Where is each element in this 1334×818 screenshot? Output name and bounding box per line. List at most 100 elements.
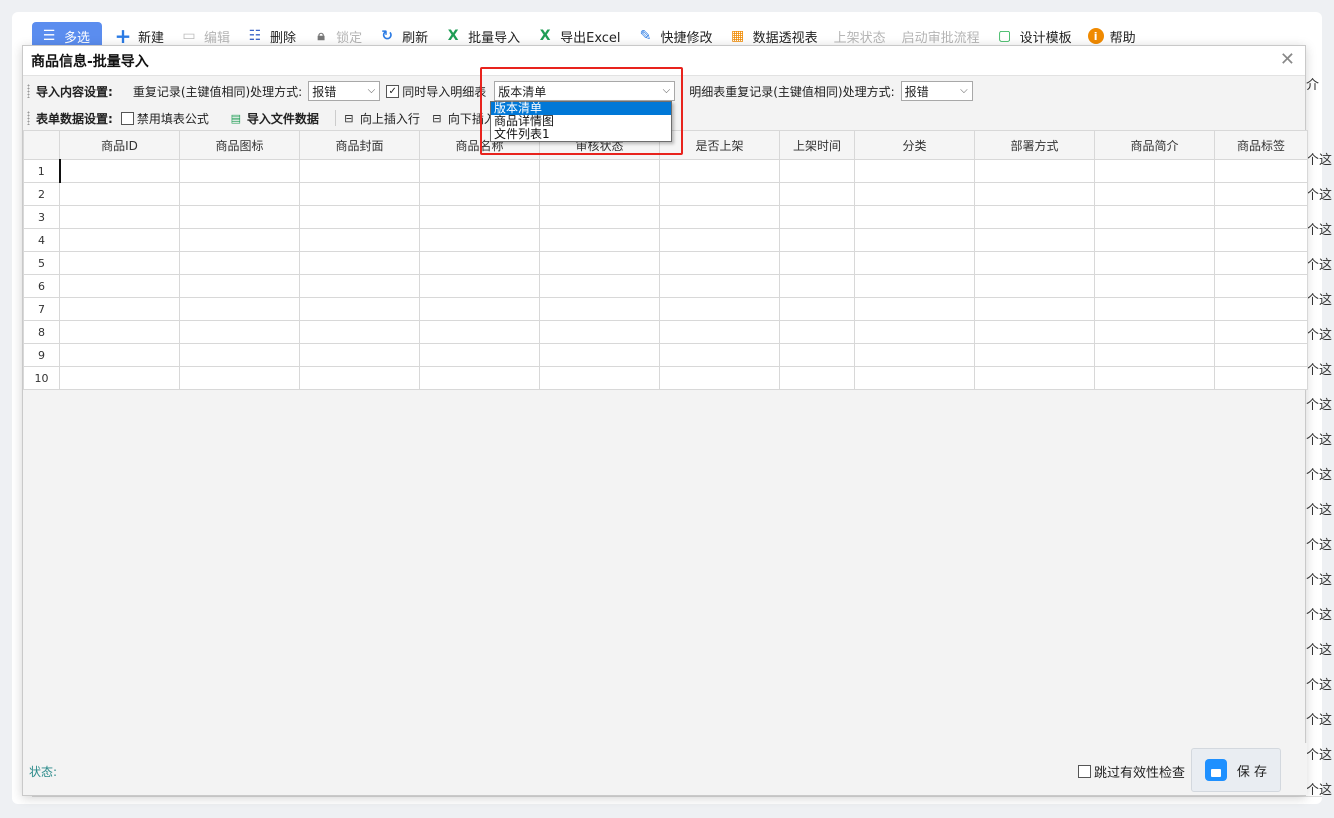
grid-cell[interactable] [854,182,975,206]
grid-cell[interactable] [539,159,660,183]
grid-cell[interactable] [539,205,660,229]
grid-cell[interactable] [974,182,1095,206]
grid-cell[interactable] [854,251,975,275]
grid-cell[interactable] [539,182,660,206]
grid-cell[interactable] [659,205,780,229]
grid-cell[interactable] [59,205,180,229]
grid-cell[interactable] [974,343,1095,367]
grid-cell[interactable] [779,343,855,367]
grid-cell[interactable] [1094,297,1215,321]
insert-row-above-button[interactable]: ⊟ 向上插入行 [342,110,420,127]
disable-formula-checkbox[interactable] [120,111,134,125]
column-header[interactable]: 商品图标 [179,130,300,160]
grid-cell[interactable] [974,366,1095,390]
grid-cell[interactable] [539,343,660,367]
grid-cell[interactable] [974,228,1095,252]
grid-cell[interactable] [59,274,180,298]
grid-cell[interactable] [974,274,1095,298]
detail-table-select[interactable]: 版本清单 ⌵ [494,81,676,101]
grid-cell[interactable] [179,297,300,321]
grid-cell[interactable] [659,343,780,367]
grid-cell[interactable] [59,182,180,206]
grid-cell[interactable] [1094,182,1215,206]
also-import-detail-checkbox[interactable]: ✓ [386,84,400,98]
detail-dup-select[interactable]: 报错 ⌵ [900,81,973,101]
grid-cell[interactable] [179,274,300,298]
grid-cell[interactable] [299,297,420,321]
grid-cell[interactable] [59,343,180,367]
grid-cell[interactable] [299,182,420,206]
grid-cell[interactable] [59,228,180,252]
grid-cell[interactable] [1214,343,1308,367]
skip-validation-option[interactable]: 跳过有效性检查 [1078,762,1185,781]
grid-cell[interactable] [1214,159,1308,183]
save-button[interactable]: 保 存 [1191,748,1281,792]
grid-cell[interactable] [419,366,540,390]
grid-cell[interactable] [1094,228,1215,252]
grid-cell[interactable] [779,274,855,298]
grid-cell[interactable] [659,297,780,321]
grid-cell[interactable] [419,251,540,275]
grid-cell[interactable] [974,251,1095,275]
grid-cell[interactable] [299,228,420,252]
grid-cell[interactable] [1094,251,1215,275]
grid-cell[interactable] [659,366,780,390]
grid-cell[interactable] [659,228,780,252]
grid-cell[interactable] [419,320,540,344]
dup-handling-select[interactable]: 报错 ⌵ [308,81,381,101]
grid-cell[interactable] [299,159,420,183]
grid-cell[interactable] [779,366,855,390]
row-number[interactable]: 10 [23,366,60,390]
grid-cell[interactable] [59,251,180,275]
column-header[interactable]: 分类 [854,130,975,160]
column-header[interactable]: 商品ID [59,130,180,160]
row-number[interactable]: 9 [23,343,60,367]
grid-cell[interactable] [179,251,300,275]
grid-cell[interactable] [58,159,180,183]
grid-cell[interactable] [539,274,660,298]
grid-cell[interactable] [539,251,660,275]
column-header[interactable]: 部署方式 [974,130,1095,160]
grid-cell[interactable] [59,320,180,344]
row-number[interactable]: 6 [23,274,60,298]
grid-cell[interactable] [299,251,420,275]
corner-cell[interactable] [23,130,60,160]
grid-cell[interactable] [179,205,300,229]
grid-cell[interactable] [1094,274,1215,298]
row-number[interactable]: 5 [23,251,60,275]
grid-cell[interactable] [299,205,420,229]
grid-cell[interactable] [779,297,855,321]
grid-cell[interactable] [779,320,855,344]
skip-validation-checkbox[interactable] [1078,765,1091,778]
grid-cell[interactable] [419,297,540,321]
grid-cell[interactable] [854,159,975,183]
grid-cell[interactable] [299,366,420,390]
grid-cell[interactable] [854,205,975,229]
grid-cell[interactable] [419,228,540,252]
grid-cell[interactable] [179,228,300,252]
grid-cell[interactable] [779,182,855,206]
grid-cell[interactable] [974,320,1095,344]
grid-cell[interactable] [419,182,540,206]
row-number[interactable]: 3 [23,205,60,229]
grid-cell[interactable] [779,251,855,275]
grid-cell[interactable] [59,366,180,390]
grid-cell[interactable] [974,297,1095,321]
column-header[interactable]: 商品标签 [1214,130,1308,160]
grid-cell[interactable] [419,343,540,367]
grid-cell[interactable] [179,320,300,344]
grid-cell[interactable] [419,274,540,298]
row-number[interactable]: 8 [23,320,60,344]
grid-cell[interactable] [1094,205,1215,229]
import-file-button[interactable]: ▤ 导入文件数据 [229,110,319,127]
grid-cell[interactable] [659,251,780,275]
grid-cell[interactable] [854,320,975,344]
grid-cell[interactable] [1214,228,1308,252]
column-header[interactable]: 是否上架 [659,130,780,160]
grid-cell[interactable] [854,228,975,252]
column-header[interactable]: 上架时间 [779,130,855,160]
dropdown-option[interactable]: 文件列表1 [491,128,671,141]
grid-cell[interactable] [179,343,300,367]
grid-cell[interactable] [974,205,1095,229]
row-number[interactable]: 2 [23,182,60,206]
